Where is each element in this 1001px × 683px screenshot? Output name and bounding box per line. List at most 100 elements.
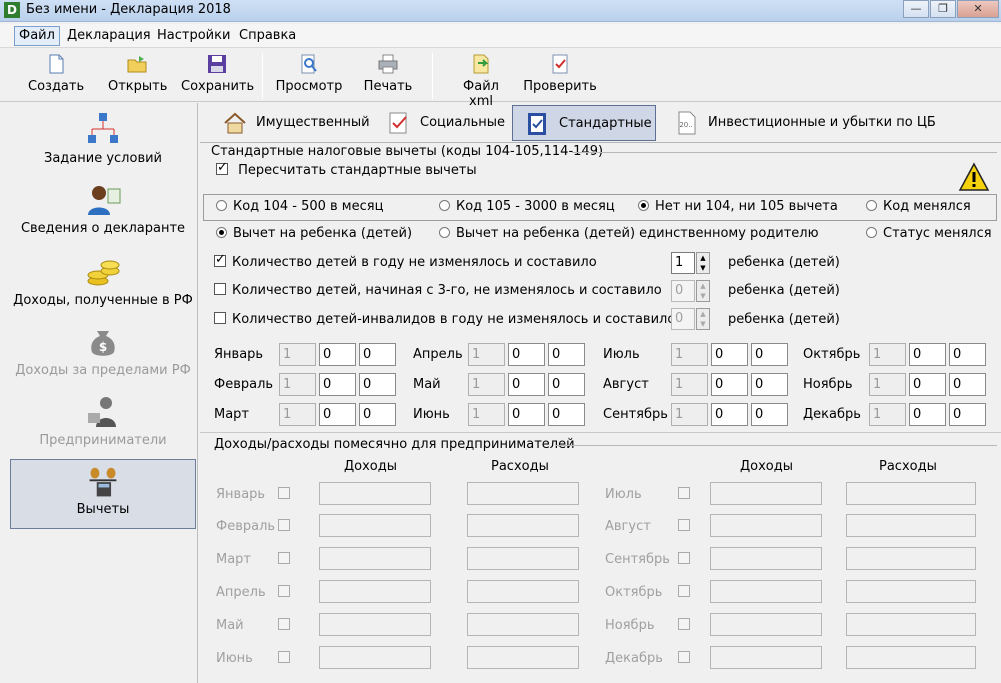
month-may-field-2[interactable]: 0 [508,373,545,396]
ent-month-checkbox[interactable] [678,519,690,534]
ent-income-field[interactable] [319,580,431,603]
spinner-arrows[interactable]: ▲ ▼ [696,252,710,274]
ent-income-field[interactable] [319,514,431,537]
ent-month-checkbox[interactable] [278,585,290,600]
radio-code104[interactable]: Код 104 - 500 в месяц [216,199,383,214]
ent-month-checkbox[interactable] [678,487,690,502]
save-button[interactable]: Сохранить [181,53,254,101]
month-oct-field-1[interactable]: 1 [869,343,906,366]
ent-income-field[interactable] [710,613,822,636]
month-aug-field-1[interactable]: 1 [671,373,708,396]
month-apr-field-3[interactable]: 0 [548,343,585,366]
month-jun-field-3[interactable]: 0 [548,403,585,426]
spinner-arrows[interactable]: ▲ ▼ [696,280,710,302]
month-jul-field-3[interactable]: 0 [751,343,788,366]
recalc-check-box[interactable] [216,160,228,175]
month-sep-field-2[interactable]: 0 [711,403,748,426]
month-jan-field-3[interactable]: 0 [359,343,396,366]
radio-no-code[interactable]: Нет ни 104, ни 105 вычета [638,199,838,214]
radio-child[interactable]: Вычет на ребенка (детей) [216,226,412,241]
month-feb-field-1[interactable]: 1 [279,373,316,396]
ent-month-checkbox[interactable] [678,618,690,633]
children-count-spinner[interactable]: 1 ▲ ▼ [671,252,711,274]
ent-month-checkbox[interactable] [278,487,290,502]
ent-month-checkbox[interactable] [278,618,290,633]
month-dec-field-3[interactable]: 0 [949,403,986,426]
radio-code-changed[interactable]: Код менялся [866,199,971,214]
menu-settings[interactable]: Настройки [157,28,230,43]
month-oct-field-2[interactable]: 0 [909,343,946,366]
tab-investment[interactable]: 20.. Инвестиционные и убытки по ЦБ [662,105,952,141]
month-feb-field-3[interactable]: 0 [359,373,396,396]
ent-income-field[interactable] [319,613,431,636]
sidebar-item-income-rf[interactable]: Доходы, полученные в РФ [8,253,198,308]
ent-expenses-field[interactable] [846,580,976,603]
ent-expenses-field[interactable] [846,514,976,537]
month-mar-field-2[interactable]: 0 [319,403,356,426]
ent-income-field[interactable] [710,482,822,505]
month-jan-field-2[interactable]: 0 [319,343,356,366]
ent-income-field[interactable] [710,547,822,570]
month-mar-field-1[interactable]: 1 [279,403,316,426]
month-may-field-3[interactable]: 0 [548,373,585,396]
print-button[interactable]: Печать [362,53,414,101]
check-button[interactable]: Проверить [522,53,598,101]
spinner-arrows[interactable]: ▲ ▼ [696,308,710,330]
month-sep-field-1[interactable]: 1 [671,403,708,426]
ent-expenses-field[interactable] [467,514,579,537]
children-disabled-checkbox[interactable]: Количество детей-инвалидов в году не изм… [214,312,675,327]
month-jan-field-1[interactable]: 1 [279,343,316,366]
close-button[interactable]: ✕ [957,0,999,18]
month-dec-field-1[interactable]: 1 [869,403,906,426]
sidebar-item-conditions[interactable]: Задание условий [8,111,198,166]
spinner-value[interactable]: 0 [671,280,695,302]
tab-standard[interactable]: Стандартные [512,105,656,141]
month-apr-field-2[interactable]: 0 [508,343,545,366]
recalc-checkbox[interactable]: Пересчитать стандартные вычеты [216,160,477,178]
ent-expenses-field[interactable] [467,547,579,570]
ent-month-checkbox[interactable] [278,552,290,567]
children-third-checkbox[interactable]: Количество детей, начиная с 3-го, не изм… [214,283,662,298]
ent-income-field[interactable] [319,547,431,570]
ent-expenses-field[interactable] [467,580,579,603]
children-disabled-spinner[interactable]: 0 ▲ ▼ [671,308,711,330]
month-nov-field-1[interactable]: 1 [869,373,906,396]
month-jun-field-1[interactable]: 1 [468,403,505,426]
sidebar-item-entrepreneurs[interactable]: Предприниматели [8,393,198,448]
spinner-value[interactable]: 0 [671,308,695,330]
month-sep-field-3[interactable]: 0 [751,403,788,426]
ent-month-checkbox[interactable] [278,651,290,666]
month-aug-field-2[interactable]: 0 [711,373,748,396]
month-mar-field-3[interactable]: 0 [359,403,396,426]
radio-code105[interactable]: Код 105 - 3000 в месяц [439,199,615,214]
ent-income-field[interactable] [319,646,431,669]
ent-month-checkbox[interactable] [678,651,690,666]
sidebar-item-deductions[interactable]: Вычеты [10,459,196,529]
tab-property[interactable]: Имущественный [210,105,370,141]
ent-month-checkbox[interactable] [678,585,690,600]
ent-expenses-field[interactable] [846,613,976,636]
radio-single-parent[interactable]: Вычет на ребенка (детей) единственному р… [439,226,819,241]
menu-file[interactable]: Файл [14,26,60,46]
ent-expenses-field[interactable] [846,482,976,505]
sidebar-item-income-abroad[interactable]: $ Доходы за пределами РФ [8,323,198,378]
month-may-field-1[interactable]: 1 [468,373,505,396]
ent-income-field[interactable] [319,482,431,505]
ent-expenses-field[interactable] [846,547,976,570]
children-same-checkbox[interactable]: Количество детей в году не изменялось и … [214,252,597,270]
month-oct-field-3[interactable]: 0 [949,343,986,366]
spinner-value[interactable]: 1 [671,252,695,274]
minimize-button[interactable]: — [903,0,929,18]
xml-file-button[interactable]: Файл xml [449,53,513,109]
ent-expenses-field[interactable] [467,482,579,505]
create-button[interactable]: Создать [28,53,84,101]
ent-expenses-field[interactable] [846,646,976,669]
ent-month-checkbox[interactable] [278,519,290,534]
maximize-button[interactable]: ❐ [930,0,956,18]
month-feb-field-2[interactable]: 0 [319,373,356,396]
month-dec-field-2[interactable]: 0 [909,403,946,426]
month-jun-field-2[interactable]: 0 [508,403,545,426]
ent-expenses-field[interactable] [467,613,579,636]
month-nov-field-2[interactable]: 0 [909,373,946,396]
sidebar-item-declarant[interactable]: Сведения о декларанте [8,181,198,236]
